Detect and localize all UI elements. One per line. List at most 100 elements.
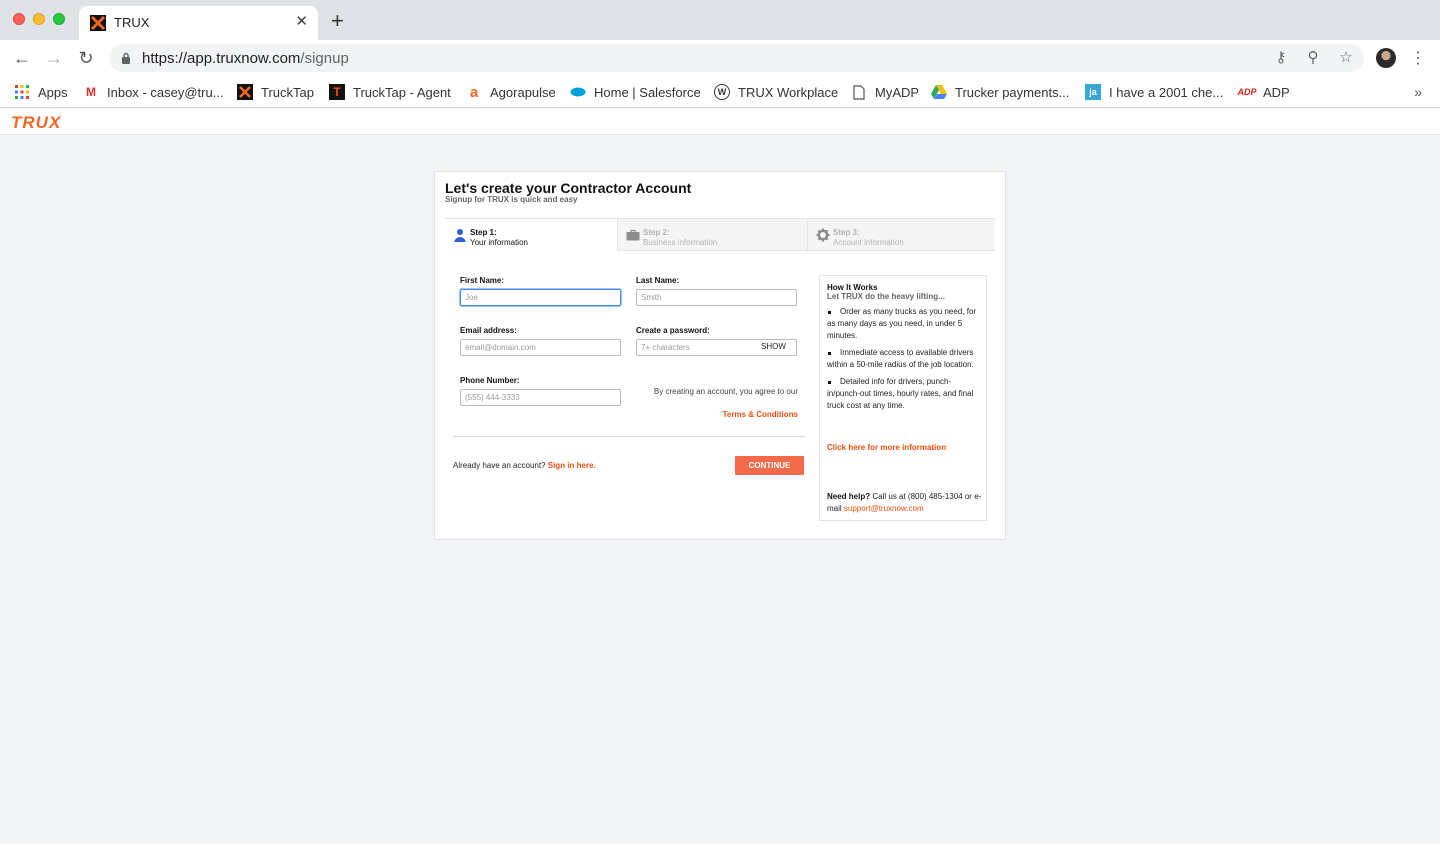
tab-title: TRUX bbox=[114, 15, 150, 30]
bookmark-label: TruckTap bbox=[261, 84, 314, 100]
browser-toolbar: ← → ↻ https://app.truxnow.com/signup ⚷ ⚲… bbox=[0, 40, 1440, 76]
gear-icon bbox=[816, 228, 830, 242]
bookmark-gmail[interactable]: M Inbox - casey@tru... bbox=[83, 82, 224, 102]
first-name-input[interactable] bbox=[460, 289, 621, 306]
document-icon bbox=[851, 84, 867, 100]
terms-link[interactable]: Terms & Conditions bbox=[638, 410, 798, 419]
trux-favicon-icon bbox=[90, 15, 106, 31]
list-item: Immediate access to available drivers wi… bbox=[827, 347, 983, 371]
bookmark-trucktap-agent[interactable]: T TruckTap - Agent bbox=[329, 82, 451, 102]
step-3[interactable]: Step 3: Account information bbox=[807, 219, 995, 251]
terms-agreement-text: By creating an account, you agree to our bbox=[653, 387, 798, 396]
zoom-icon[interactable]: ⚲ bbox=[1303, 48, 1323, 68]
signup-card: Let's create your Contractor Account Sig… bbox=[434, 171, 1006, 540]
last-name-label: Last Name: bbox=[636, 276, 680, 285]
user-icon bbox=[454, 229, 466, 242]
bookmark-label: Home | Salesforce bbox=[594, 84, 701, 100]
back-arrow-icon[interactable]: ← bbox=[10, 47, 34, 69]
gmail-icon: M bbox=[86, 85, 96, 99]
bookmark-label: ADP bbox=[1263, 84, 1290, 100]
page-subtitle: Signup for TRUX is quick and easy bbox=[445, 195, 578, 204]
already-account-text: Already have an account? Sign in here. bbox=[453, 461, 596, 470]
bookmark-label: Trucker payments... bbox=[955, 84, 1070, 100]
lock-icon bbox=[122, 52, 130, 64]
step-number: Step 2: bbox=[643, 228, 670, 237]
step-1[interactable]: Step 1: Your information bbox=[445, 219, 617, 251]
justanswer-icon: ja bbox=[1085, 84, 1101, 100]
last-name-input[interactable] bbox=[636, 289, 797, 306]
email-field[interactable] bbox=[460, 339, 621, 356]
minimize-window-button[interactable] bbox=[33, 13, 45, 25]
bookmark-label: Agorapulse bbox=[490, 84, 556, 100]
trux-icon bbox=[237, 84, 253, 100]
step-number: Step 3: bbox=[833, 228, 860, 237]
browser-menu-icon[interactable]: ⋮ bbox=[1410, 48, 1426, 68]
bookmark-label: Apps bbox=[38, 84, 68, 100]
step-label: Account information bbox=[833, 238, 904, 247]
first-name-label: First Name: bbox=[460, 276, 505, 285]
bookmark-apps[interactable]: Apps bbox=[14, 82, 68, 102]
how-it-works-subtitle: Let TRUX do the heavy lifting... bbox=[827, 292, 945, 301]
bookmarks-bar: Apps M Inbox - casey@tru... TruckTap T T… bbox=[0, 76, 1440, 108]
url-text[interactable]: https://app.truxnow.com/signup bbox=[142, 50, 349, 67]
step-2[interactable]: Step 2: Business information bbox=[617, 219, 807, 251]
bookmark-trucktap[interactable]: TruckTap bbox=[237, 82, 314, 102]
help-text: Need help? Call us at (800) 485-1304 or … bbox=[827, 491, 987, 515]
bookmark-justanswer[interactable]: ja I have a 2001 che... bbox=[1085, 82, 1223, 102]
workplace-icon: W bbox=[714, 84, 730, 100]
agorapulse-icon: a bbox=[469, 83, 479, 101]
step-number: Step 1: bbox=[470, 228, 497, 237]
browser-tabstrip: TRUX ✕ + bbox=[0, 0, 1440, 40]
bookmark-label: Inbox - casey@tru... bbox=[107, 84, 224, 100]
browser-tab[interactable]: TRUX ✕ bbox=[79, 6, 318, 40]
forward-arrow-icon[interactable]: → bbox=[42, 47, 66, 69]
phone-field[interactable] bbox=[460, 389, 621, 406]
address-bar[interactable]: https://app.truxnow.com/signup ⚷ ⚲ ☆ bbox=[109, 44, 1364, 72]
page-title: Let's create your Contractor Account bbox=[445, 180, 692, 196]
trucktap-icon: T bbox=[329, 84, 345, 100]
reload-icon[interactable]: ↻ bbox=[74, 47, 98, 69]
more-bookmarks-icon[interactable]: » bbox=[1414, 84, 1422, 100]
bookmark-trucker-payments[interactable]: Trucker payments... bbox=[931, 82, 1069, 102]
profile-avatar[interactable] bbox=[1376, 48, 1396, 68]
phone-label: Phone Number: bbox=[460, 376, 520, 385]
more-info-link[interactable]: Click here for more information bbox=[827, 443, 946, 452]
bookmark-salesforce[interactable]: Home | Salesforce bbox=[570, 82, 701, 102]
close-window-button[interactable] bbox=[13, 13, 25, 25]
show-password-button[interactable]: SHOW bbox=[761, 342, 786, 351]
bookmark-label: I have a 2001 che... bbox=[1109, 84, 1224, 100]
bookmark-label: TruckTap - Agent bbox=[353, 84, 451, 100]
trux-logo[interactable]: TRUX bbox=[11, 113, 61, 133]
salesforce-icon bbox=[570, 84, 586, 100]
bookmark-adp[interactable]: ADP ADP bbox=[1237, 82, 1290, 102]
already-account-label: Already have an account? bbox=[453, 461, 546, 470]
bookmark-star-icon[interactable]: ☆ bbox=[1336, 48, 1356, 68]
how-it-works-list: Order as many trucks as you need, for as… bbox=[827, 306, 983, 417]
bookmark-agorapulse[interactable]: a Agorapulse bbox=[466, 82, 556, 102]
new-tab-button[interactable]: + bbox=[331, 10, 344, 32]
bookmark-label: TRUX Workplace bbox=[738, 84, 839, 100]
close-tab-icon[interactable]: ✕ bbox=[295, 14, 308, 30]
bookmark-label: MyADP bbox=[875, 84, 920, 100]
support-email-link[interactable]: support@truxnow.com bbox=[844, 504, 924, 513]
apps-grid-icon bbox=[14, 84, 30, 100]
briefcase-icon bbox=[626, 229, 640, 241]
google-drive-icon bbox=[931, 84, 947, 100]
maximize-window-button[interactable] bbox=[53, 13, 65, 25]
list-item: Detailed info for drivers, punch-in/punc… bbox=[827, 376, 983, 412]
signup-steps: Step 1: Your information Step 2: Busines… bbox=[445, 218, 995, 251]
how-it-works-title: How It Works bbox=[827, 283, 878, 292]
email-label: Email address: bbox=[460, 326, 517, 335]
continue-button[interactable]: CONTINUE bbox=[735, 456, 804, 475]
list-item: Order as many trucks as you need, for as… bbox=[827, 306, 983, 342]
sign-in-link[interactable]: Sign in here. bbox=[548, 461, 596, 470]
bookmark-workplace[interactable]: W TRUX Workplace bbox=[714, 82, 838, 102]
password-label: Create a password: bbox=[636, 326, 710, 335]
app-header: TRUX bbox=[0, 109, 1440, 135]
form-divider bbox=[453, 436, 805, 437]
adp-icon: ADP bbox=[1237, 87, 1257, 97]
step-label: Business information bbox=[643, 238, 718, 247]
bookmark-myadp[interactable]: MyADP bbox=[851, 82, 919, 102]
key-icon[interactable]: ⚷ bbox=[1271, 48, 1291, 68]
step-label: Your information bbox=[470, 238, 528, 247]
